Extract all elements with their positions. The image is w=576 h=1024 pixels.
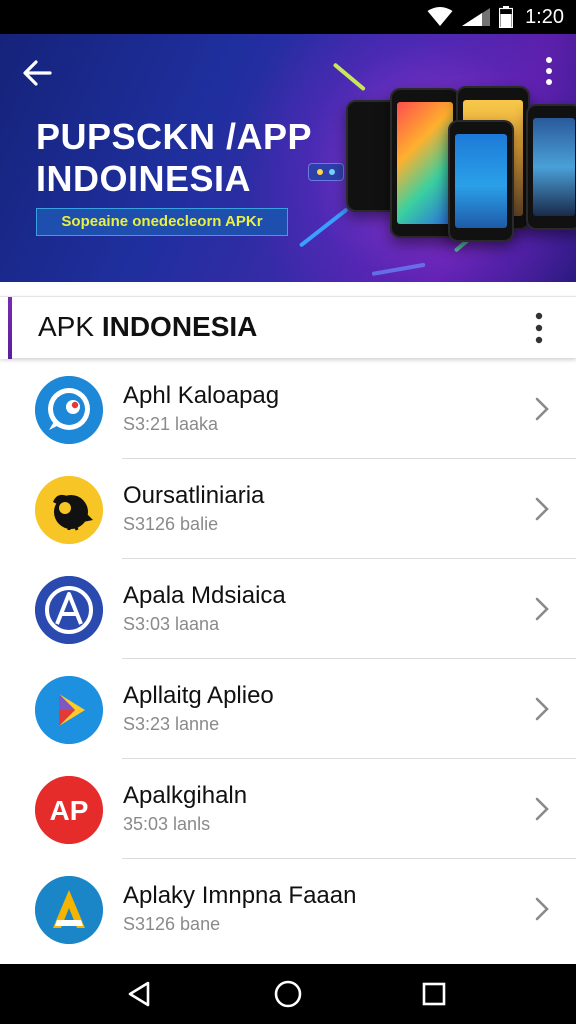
app-subtitle: S3126 bane (123, 914, 221, 934)
play-store-icon (35, 676, 103, 744)
list-item[interactable]: Apllaitg Aplieo S3:23 lanne (0, 660, 576, 759)
divider (122, 558, 576, 559)
wifi-icon (427, 7, 453, 26)
phone-illustration (448, 120, 514, 242)
app-subtitle: S3:03 laana (123, 614, 220, 634)
list-item[interactable]: AP Apalkgihaln 35:03 lanls (0, 760, 576, 859)
chevron-right-icon (535, 797, 549, 821)
battery-icon (499, 6, 514, 28)
more-vert-icon[interactable] (544, 56, 554, 86)
svg-text:AP: AP (50, 795, 89, 826)
bird-icon (35, 476, 103, 544)
section-title: APK INDONESIA (38, 311, 257, 343)
list-item[interactable]: Apala Mdsiaica S3:03 laana (0, 560, 576, 659)
compass-a-icon (35, 576, 103, 644)
app-name: Apllaitg Aplieo (123, 682, 274, 709)
phone-illustration (526, 104, 576, 230)
nav-recents-icon[interactable] (419, 979, 449, 1009)
chevron-right-icon (535, 397, 549, 421)
app-name: Aplaky Imnpna Faaan (123, 882, 357, 909)
app-name: Apalkgihaln (123, 782, 248, 809)
back-arrow-icon[interactable] (20, 56, 54, 90)
status-icons: 1:20 (427, 6, 564, 28)
app-subtitle: 35:03 lanls (123, 814, 211, 834)
app-name: Apala Mdsiaica (123, 582, 286, 609)
app-subtitle: S3126 balie (123, 514, 219, 534)
list-item[interactable]: Aphl Kaloapag S3:21 laaka (0, 360, 576, 459)
list-item[interactable]: Aplaky Imnpna Faaan S3126 bane (0, 860, 576, 959)
chat-bubble-icon (35, 376, 103, 444)
chevron-right-icon (535, 597, 549, 621)
nav-back-icon[interactable] (124, 979, 154, 1009)
app-subtitle: S3:21 laaka (123, 414, 219, 434)
a-letter-icon (35, 876, 103, 944)
banner-title: PUPSCKN /APP INDOINESIA (36, 116, 312, 200)
banner-title-line2: INDOINESIA (36, 158, 252, 199)
app-name: Oursatliniaria (123, 482, 265, 509)
section-title-bold: INDONESIA (101, 311, 258, 342)
app-subtitle: S3:23 lanne (123, 714, 220, 734)
section-title-light: APK (38, 311, 102, 342)
section-header: APK INDONESIA (0, 296, 576, 359)
chevron-right-icon (535, 497, 549, 521)
divider (122, 658, 576, 659)
status-bar: 1:20 (0, 0, 576, 34)
divider (122, 758, 576, 759)
ap-logo-icon: AP (35, 776, 103, 844)
chevron-right-icon (535, 897, 549, 921)
app-name: Aphl Kaloapag (123, 382, 280, 409)
more-vert-icon[interactable] (534, 311, 544, 345)
list-item[interactable]: Oursatliniaria S3126 balie (0, 460, 576, 559)
navigation-bar (0, 964, 576, 1024)
divider (122, 458, 576, 459)
signal-icon (462, 8, 491, 26)
banner-tagline: Sopeaine onedecleorn APKr (36, 208, 288, 236)
divider (122, 858, 576, 859)
section-accent-bar (0, 297, 12, 359)
status-time: 1:20 (525, 5, 564, 28)
nav-home-icon[interactable] (273, 979, 303, 1009)
chevron-right-icon (535, 697, 549, 721)
banner-title-line1: PUPSCKN /APP (36, 116, 313, 157)
hero-banner: PUPSCKN /APP INDOINESIA Sopeaine onedecl… (0, 34, 576, 282)
decor-pill (308, 163, 344, 181)
